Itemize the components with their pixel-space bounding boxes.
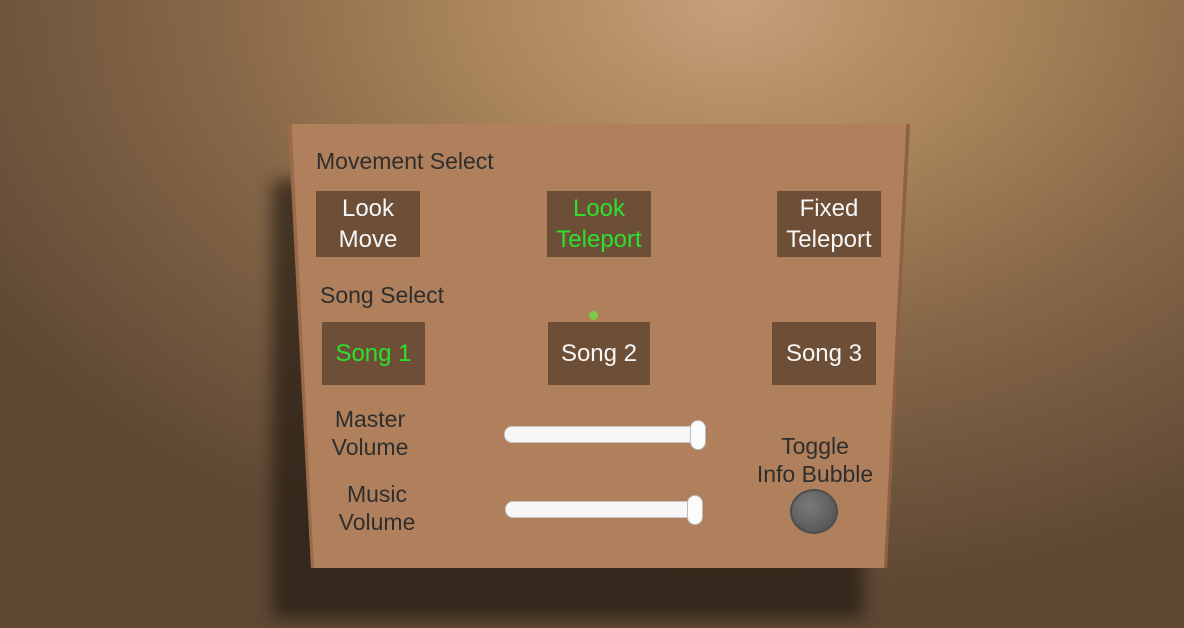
song-select-heading: Song Select bbox=[320, 282, 445, 308]
movement-select-heading: Movement Select bbox=[316, 148, 494, 174]
master-volume-label-line1: Master bbox=[334, 406, 406, 432]
music-volume-label-line2: Volume bbox=[338, 509, 416, 535]
music-volume-track bbox=[505, 501, 703, 518]
music-volume-handle[interactable] bbox=[687, 495, 703, 525]
master-volume-label-line2: Volume bbox=[331, 434, 409, 460]
look-teleport-button[interactable]: Look Teleport bbox=[547, 191, 651, 257]
toggle-info-label-line2: Info Bubble bbox=[756, 461, 874, 487]
music-volume-label-line1: Music bbox=[346, 481, 408, 507]
fixed-teleport-button[interactable]: Fixed Teleport bbox=[777, 191, 881, 257]
look-move-button[interactable]: Look Move bbox=[316, 191, 420, 257]
pointer-dot bbox=[589, 311, 598, 320]
song-1-button[interactable]: Song 1 bbox=[322, 322, 425, 385]
look-teleport-label-line2: Teleport bbox=[556, 226, 642, 253]
master-volume-track bbox=[504, 426, 706, 443]
look-move-label-line2: Move bbox=[338, 226, 398, 253]
song-3-button[interactable]: Song 3 bbox=[772, 322, 876, 385]
song-2-button[interactable]: Song 2 bbox=[548, 322, 650, 385]
toggle-info-bubble-button[interactable] bbox=[790, 489, 838, 534]
master-volume-handle[interactable] bbox=[690, 420, 706, 450]
toggle-info-bubble-label: Toggle Info Bubble bbox=[740, 432, 890, 488]
fixed-teleport-label-line1: Fixed bbox=[799, 195, 859, 222]
look-move-label-line1: Look bbox=[341, 195, 395, 222]
master-volume-slider[interactable] bbox=[504, 420, 706, 450]
music-volume-label: Music Volume bbox=[324, 480, 430, 536]
master-volume-label: Master Volume bbox=[318, 405, 422, 461]
fixed-teleport-label-line2: Teleport bbox=[786, 226, 872, 253]
toggle-info-label-line1: Toggle bbox=[781, 433, 849, 459]
music-volume-slider[interactable] bbox=[505, 495, 703, 525]
look-teleport-label-line1: Look bbox=[572, 195, 626, 222]
